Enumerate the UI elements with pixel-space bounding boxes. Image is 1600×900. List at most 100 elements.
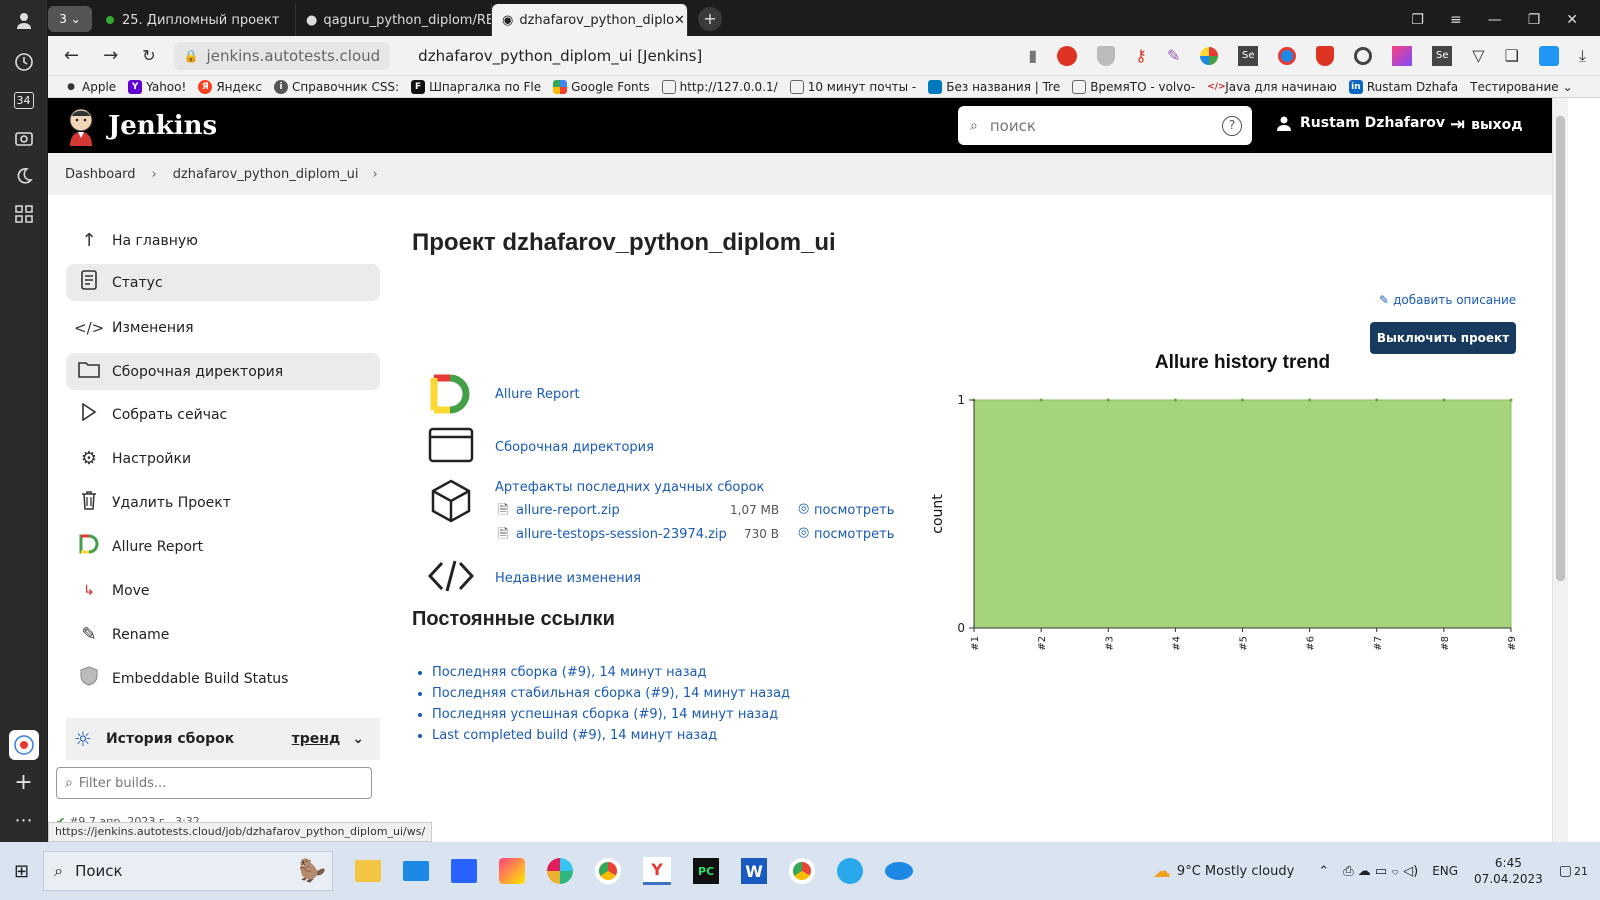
tab-count[interactable]: 3 ⌄ bbox=[48, 6, 92, 32]
bookmark-item[interactable]: F Шпаргалка по Fle bbox=[411, 79, 541, 94]
chevron-up-icon[interactable]: ⌃ bbox=[1318, 864, 1329, 879]
bookmark-item[interactable]: in Rustam Dzhafa bbox=[1348, 79, 1458, 94]
sidebar-item-allure[interactable]: Allure Report bbox=[66, 528, 380, 565]
sidebar-item-build-now[interactable]: Собрать сейчас bbox=[66, 396, 380, 433]
bookmark-item[interactable]: Без названия | Tre bbox=[928, 79, 1060, 94]
breadcrumb-project[interactable]: dzhafarov_python_diplom_ui bbox=[173, 167, 359, 182]
puzzle-extension-icon[interactable]: ❏ bbox=[1505, 46, 1519, 65]
apps-grid-icon[interactable] bbox=[8, 198, 40, 230]
filter-builds-box[interactable]: ⌕ bbox=[56, 767, 372, 799]
bookmark-window-icon[interactable]: ❐ bbox=[1411, 12, 1424, 28]
jenkins-logo[interactable]: Jenkins bbox=[64, 106, 217, 146]
sidebar-item-move[interactable]: ↳ Move bbox=[66, 572, 380, 609]
tab-jenkins[interactable]: ◉ dzhafarov_python_diplo ✕ bbox=[492, 4, 688, 36]
address-page-title[interactable]: dzhafarov_python_diplom_ui [Jenkins] bbox=[418, 47, 702, 65]
bookmark-item[interactable]: i Справочник CSS: bbox=[274, 79, 399, 94]
tray-icons[interactable]: ⎙ ☁ ▭ ⌔ ◁) bbox=[1343, 864, 1418, 879]
tab-github[interactable]: ● qaguru_python_diplom/RE bbox=[296, 4, 492, 36]
chrome-profile-icon[interactable] bbox=[789, 858, 816, 884]
add-panel-icon[interactable]: + bbox=[8, 766, 40, 798]
artifact-link[interactable]: allure-report.zip bbox=[516, 503, 620, 518]
clock[interactable]: 6:45 07.04.2023 bbox=[1474, 855, 1543, 887]
photo-app-icon[interactable] bbox=[451, 859, 478, 883]
more-icon[interactable]: ⋯ bbox=[8, 804, 40, 836]
permalink-link[interactable]: Последняя успешная сборка (#9), 14 минут… bbox=[432, 707, 778, 722]
bookmark-icon[interactable]: ▮ bbox=[1028, 46, 1037, 65]
bookmark-item[interactable]: Google Fonts bbox=[553, 79, 650, 94]
close-window-icon[interactable]: ✕ bbox=[1566, 12, 1578, 28]
extension-circle-icon[interactable] bbox=[1278, 46, 1297, 65]
sidebar-item-changes[interactable]: </> Изменения bbox=[66, 309, 380, 346]
sidebar-item-home[interactable]: ↑ На главную bbox=[66, 222, 380, 259]
windows-start-icon[interactable]: ⊞ bbox=[14, 861, 29, 882]
fingerprint-icon[interactable]: ◎ bbox=[798, 501, 809, 516]
fingerprint-icon[interactable]: ◎ bbox=[798, 525, 809, 540]
pen-extension-icon[interactable]: ✎ bbox=[1167, 46, 1180, 65]
mail-icon[interactable] bbox=[403, 861, 430, 881]
close-tab-icon[interactable]: ✕ bbox=[674, 13, 685, 28]
back-icon[interactable]: ← bbox=[64, 45, 79, 66]
user-link[interactable]: Rustam Dzhafarov bbox=[1276, 115, 1445, 131]
scrollbar-thumb[interactable] bbox=[1556, 116, 1565, 581]
sidebar-item-status[interactable]: Статус bbox=[66, 264, 380, 301]
allure-report-link[interactable]: Allure Report bbox=[495, 387, 580, 402]
file-explorer-icon[interactable] bbox=[355, 860, 382, 882]
recent-changes-link[interactable]: Недавние изменения bbox=[495, 571, 641, 586]
calendar-badge-icon[interactable]: 34 bbox=[8, 84, 40, 116]
selenium-extension-icon[interactable]: Se bbox=[1238, 45, 1259, 66]
add-description-link[interactable]: ✎ добавить описание bbox=[1379, 293, 1516, 307]
view-fingerprint-link[interactable]: посмотреть bbox=[814, 503, 894, 518]
extension-app-icon[interactable] bbox=[8, 730, 39, 760]
bookmark-item[interactable]: http://127.0.0.1/ bbox=[661, 79, 778, 94]
menu-icon[interactable]: ≡ bbox=[1450, 12, 1462, 28]
sidebar-item-configure[interactable]: ⚙ Настройки bbox=[66, 440, 380, 477]
restore-icon[interactable]: ❐ bbox=[1528, 12, 1541, 28]
download-icon[interactable]: ⤓ bbox=[1579, 46, 1586, 66]
extension-red-icon[interactable] bbox=[1057, 45, 1078, 66]
bookmark-item[interactable]: ВремяТО - volvo- bbox=[1072, 79, 1195, 94]
telegram-icon[interactable] bbox=[837, 858, 864, 884]
key-extension-icon[interactable]: ⚷ bbox=[1135, 46, 1147, 65]
vue-extension-icon[interactable]: ▽ bbox=[1472, 46, 1484, 65]
shield-extension-icon[interactable] bbox=[1097, 45, 1116, 66]
chevron-down-icon[interactable]: ⌄ bbox=[352, 731, 364, 747]
page-scrollbar[interactable] bbox=[1552, 98, 1568, 842]
permalink-link[interactable]: Последняя сборка (#9), 14 минут назад bbox=[432, 665, 707, 680]
profile-icon[interactable] bbox=[8, 5, 40, 37]
slack-icon[interactable] bbox=[547, 858, 574, 884]
camera-icon[interactable] bbox=[8, 122, 40, 154]
notifications-button[interactable]: ▢ 21 bbox=[1559, 863, 1588, 879]
record-extension-icon[interactable] bbox=[1354, 46, 1373, 65]
bookmark-item[interactable]: ● Apple bbox=[64, 80, 116, 94]
artifact-link[interactable]: allure-testops-session-23974.zip bbox=[516, 527, 727, 542]
colors-extension-icon[interactable] bbox=[1200, 46, 1219, 65]
tab-diploma[interactable]: 25. Дипломный проект bbox=[96, 4, 296, 36]
permalink-link[interactable]: Последняя стабильная сборка (#9), 14 мин… bbox=[432, 686, 790, 701]
vpn-extension-icon[interactable] bbox=[1538, 45, 1559, 66]
bookmark-item[interactable]: Я Яндекс bbox=[198, 79, 262, 94]
language-indicator[interactable]: ENG bbox=[1432, 864, 1458, 878]
sidebar-item-embeddable-status[interactable]: Embeddable Build Status bbox=[66, 660, 380, 697]
sidebar-item-workspace[interactable]: Сборочная директория bbox=[66, 353, 380, 390]
permalink-link[interactable]: Last completed build (#9), 14 минут наза… bbox=[432, 728, 717, 743]
moon-icon[interactable] bbox=[8, 160, 40, 192]
3d-app-icon[interactable] bbox=[499, 858, 526, 884]
bookmark-item[interactable]: Y Yahoo! bbox=[128, 79, 186, 94]
gradient-extension-icon[interactable] bbox=[1392, 45, 1413, 66]
filter-builds-input[interactable] bbox=[78, 775, 349, 791]
forward-icon[interactable]: → bbox=[103, 45, 118, 66]
bookmark-folder[interactable]: Тестирование ⌄ bbox=[1470, 80, 1573, 94]
pycharm-icon[interactable]: PC bbox=[693, 858, 720, 884]
yandex-browser-icon[interactable]: Y bbox=[643, 857, 672, 885]
selenium-ide-extension-icon[interactable]: Se bbox=[1432, 45, 1453, 66]
taskbar-search[interactable]: ⌕ Поиск 🦫 bbox=[43, 851, 334, 891]
trend-link[interactable]: тренд bbox=[292, 731, 341, 747]
new-tab-icon[interactable]: + bbox=[698, 7, 722, 31]
chevron-right-icon[interactable]: › bbox=[372, 167, 377, 182]
bookmark-item[interactable]: 10 минут почты - bbox=[789, 79, 916, 94]
chrome-icon[interactable] bbox=[595, 858, 622, 884]
workspace-link[interactable]: Сборочная директория bbox=[495, 440, 654, 455]
sidebar-item-rename[interactable]: ✎ Rename bbox=[66, 616, 380, 653]
onedrive-icon[interactable] bbox=[885, 862, 914, 880]
search-input[interactable] bbox=[989, 116, 1200, 135]
